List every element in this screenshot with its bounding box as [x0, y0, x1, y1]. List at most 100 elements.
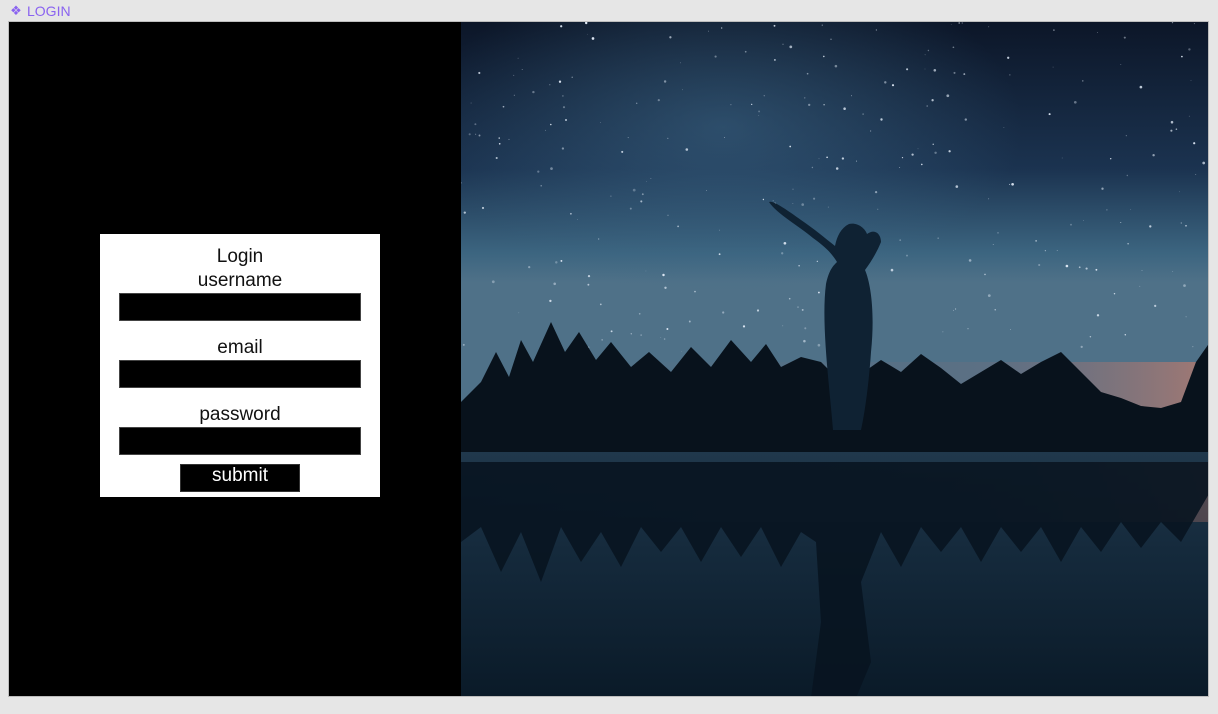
star: [621, 150, 624, 153]
star: [660, 337, 662, 338]
star: [830, 38, 832, 40]
star: [517, 57, 519, 59]
star: [953, 71, 956, 74]
email-label: email: [217, 337, 263, 358]
star: [1202, 161, 1206, 165]
star: [1053, 29, 1055, 31]
hero-image: [461, 22, 1208, 696]
star: [773, 24, 776, 27]
star: [1139, 85, 1143, 89]
star: [601, 339, 603, 341]
star: [789, 145, 792, 148]
star: [1188, 48, 1191, 51]
star: [1126, 174, 1128, 177]
star: [498, 142, 501, 145]
star: [662, 273, 665, 277]
username-input[interactable]: [119, 293, 361, 321]
star: [627, 137, 629, 139]
star: [591, 37, 595, 40]
star: [988, 26, 990, 28]
star: [1078, 266, 1081, 269]
star: [862, 113, 864, 115]
star: [899, 167, 901, 169]
star: [1185, 224, 1187, 227]
star: [1038, 263, 1041, 267]
star: [1124, 334, 1127, 336]
star: [788, 297, 791, 300]
star: [783, 241, 787, 245]
star: [1101, 187, 1104, 190]
star: [714, 55, 717, 58]
star: [1085, 267, 1088, 270]
username-label: username: [197, 270, 283, 291]
star: [1175, 128, 1178, 130]
star: [744, 50, 747, 53]
star: [1052, 66, 1054, 68]
star: [679, 62, 681, 64]
star: [1035, 240, 1037, 242]
star: [495, 156, 498, 160]
star: [1003, 127, 1005, 128]
star: [669, 36, 672, 39]
star: [663, 80, 667, 83]
star: [875, 29, 878, 31]
star: [987, 294, 991, 297]
star: [610, 330, 613, 333]
star: [870, 130, 872, 132]
star: [666, 328, 669, 330]
star: [632, 188, 636, 192]
star: [708, 30, 709, 32]
submit-button[interactable]: submit: [180, 464, 300, 492]
password-input[interactable]: [119, 427, 361, 455]
star: [663, 338, 666, 340]
star: [946, 94, 950, 98]
star: [688, 320, 691, 323]
window-title: LOGIN: [27, 3, 71, 19]
star: [560, 259, 563, 262]
star: [722, 311, 725, 314]
star: [758, 110, 761, 113]
star: [694, 290, 696, 293]
login-form: Login username email password submit: [100, 234, 380, 497]
star: [1120, 64, 1122, 66]
star: [1149, 225, 1152, 228]
star: [950, 24, 952, 25]
star: [927, 49, 930, 52]
star: [638, 312, 641, 315]
window-titlebar: ❖ LOGIN: [9, 2, 71, 20]
star: [1095, 268, 1098, 271]
star: [650, 178, 652, 179]
star: [933, 69, 937, 72]
night-sky-illustration: [461, 22, 1208, 696]
star: [880, 118, 883, 121]
star: [967, 328, 969, 330]
star: [942, 331, 944, 333]
star: [558, 80, 562, 83]
star: [645, 270, 647, 272]
star: [537, 170, 540, 173]
star: [1123, 36, 1126, 39]
star: [587, 274, 591, 278]
star: [1009, 74, 1011, 76]
star: [997, 232, 999, 234]
login-panel: Login username email password submit: [9, 22, 461, 696]
star: [851, 95, 853, 97]
star: [721, 27, 723, 29]
star: [823, 103, 825, 106]
star: [667, 137, 669, 140]
star: [963, 73, 966, 76]
star: [630, 333, 632, 335]
email-input[interactable]: [119, 360, 361, 388]
star: [540, 185, 542, 187]
star: [890, 268, 894, 272]
star: [834, 64, 838, 68]
star: [931, 99, 934, 102]
star: [1152, 153, 1155, 157]
star: [901, 156, 904, 159]
star: [549, 299, 552, 303]
star: [550, 167, 553, 170]
star: [817, 291, 820, 294]
star: [640, 200, 643, 203]
star: [513, 94, 515, 96]
star: [1180, 222, 1182, 224]
